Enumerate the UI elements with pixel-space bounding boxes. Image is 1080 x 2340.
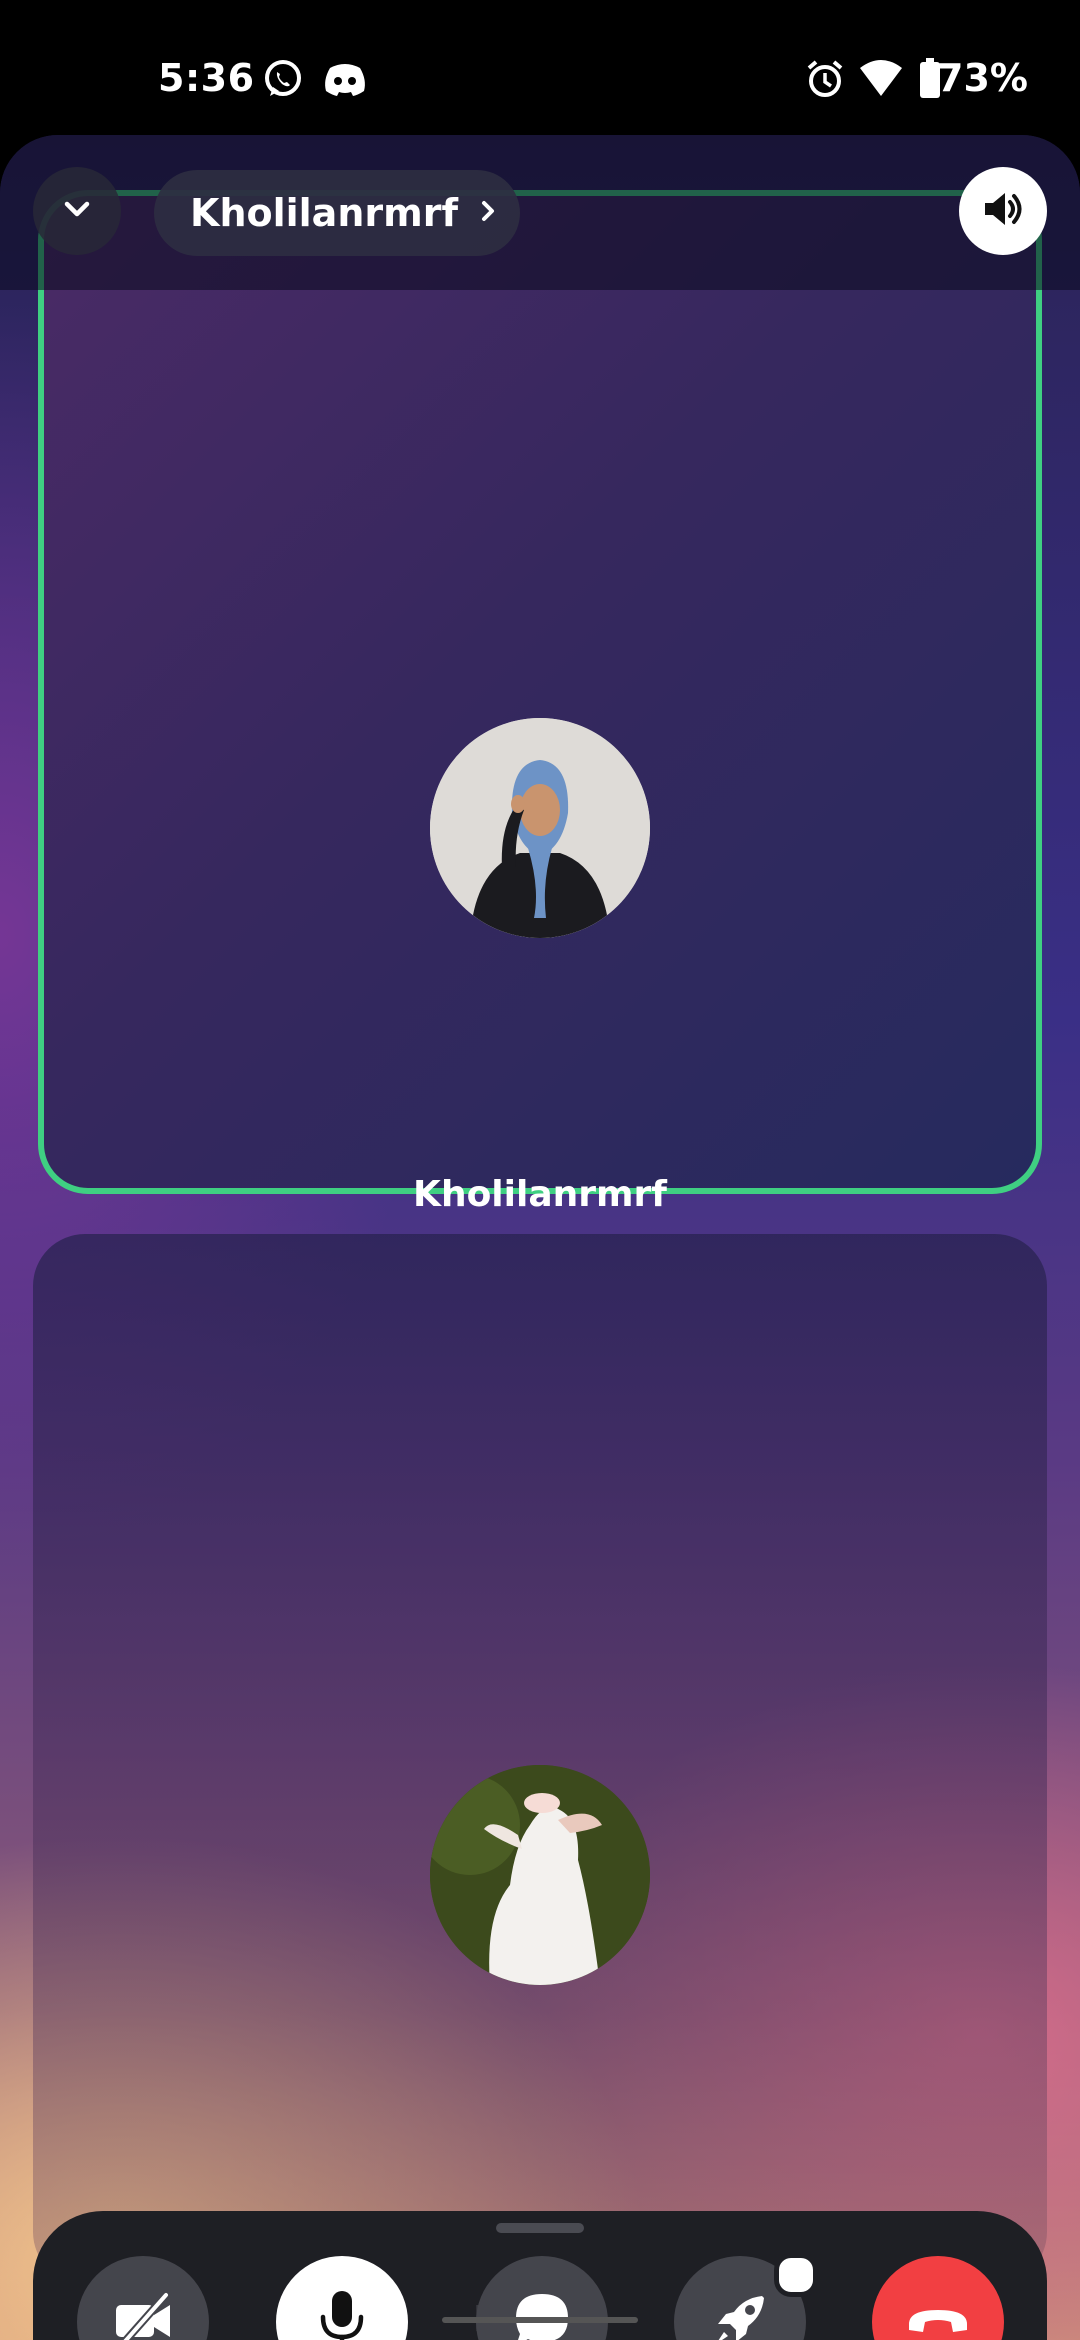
wifi-icon	[858, 58, 904, 102]
speaker-button[interactable]	[959, 167, 1047, 255]
camera-toggle-button[interactable]	[77, 2256, 209, 2340]
chevron-down-icon	[57, 189, 97, 233]
speaker-icon	[979, 185, 1027, 237]
end-call-icon	[905, 2300, 971, 2340]
microphone-button[interactable]	[276, 2256, 408, 2340]
channel-name: Kholilanrmrf	[190, 191, 458, 235]
chat-icon	[510, 2288, 574, 2340]
battery-percent: 73%	[937, 56, 1028, 100]
status-bar: 5:36 73%	[0, 0, 1080, 135]
tray-drag-handle[interactable]	[496, 2223, 584, 2233]
alarm-icon	[805, 58, 845, 104]
microphone-icon	[312, 2287, 372, 2340]
home-indicator[interactable]	[442, 2317, 638, 2323]
call-view: Kholilanrmrf Kholilanrmrf	[0, 135, 1080, 2340]
end-call-button[interactable]	[872, 2256, 1004, 2340]
chat-button[interactable]	[476, 2256, 608, 2340]
whatsapp-icon	[262, 58, 304, 104]
participant-tile-speaking[interactable]: Kholilanrmrf	[38, 190, 1042, 1215]
status-time: 5:36	[158, 56, 255, 100]
chevron-right-icon	[476, 191, 500, 235]
participant-avatar	[430, 1765, 650, 1985]
participant-name-label: Kholilanrmrf	[413, 1174, 667, 1215]
activities-rocket-icon	[708, 2288, 772, 2340]
camera-off-icon	[110, 2287, 176, 2340]
channel-name-button[interactable]: Kholilanrmrf	[154, 170, 520, 256]
participant-tile[interactable]	[33, 1234, 1047, 2284]
notification-dot	[774, 2253, 818, 2297]
collapse-button[interactable]	[33, 167, 121, 255]
participant-avatar	[430, 718, 650, 938]
discord-icon	[322, 58, 368, 104]
